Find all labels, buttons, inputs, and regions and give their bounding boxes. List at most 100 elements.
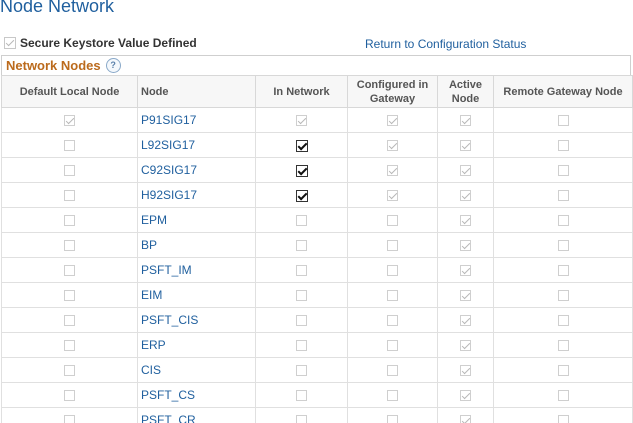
active-node-checkbox	[460, 215, 471, 227]
node-name-link[interactable]: C92SIG17	[141, 163, 197, 177]
remote-gateway-node-checkbox	[557, 365, 569, 377]
configured-in-gateway-cell	[347, 132, 438, 158]
grid-header: Network Nodes ?	[1, 55, 631, 75]
table-body: P91SIG17 L92SIG17 C92SIG17 H92SIG17 EPM BP PSF…	[1, 107, 633, 423]
default-local-node-checkbox	[64, 415, 75, 423]
node-name-link[interactable]: EPM	[141, 213, 167, 227]
active-node-checkbox	[460, 115, 471, 127]
node-name-cell: H92SIG17	[137, 182, 256, 208]
remote-gateway-node-cell	[493, 332, 633, 358]
configured-in-gateway-cell	[347, 207, 438, 233]
keystore-checkbox	[4, 37, 16, 49]
remote-gateway-node-cell	[493, 357, 633, 383]
remote-gateway-node-cell	[493, 382, 633, 408]
grid-title: Network Nodes	[6, 58, 101, 73]
keystore-label: Secure Keystore Value Defined	[20, 36, 197, 50]
configured-in-gateway-checkbox	[387, 215, 398, 227]
help-icon[interactable]: ?	[105, 58, 121, 73]
default-local-node-cell	[1, 232, 138, 258]
table-row: PSFT_CR	[1, 407, 633, 423]
in-network-checkbox	[296, 340, 307, 352]
node-name-cell: P91SIG17	[137, 107, 256, 133]
network-nodes-grid: Network Nodes ? Default Local Node Node …	[0, 55, 633, 423]
configured-in-gateway-cell	[347, 182, 438, 208]
configured-in-gateway-cell	[347, 382, 438, 408]
active-node-cell	[437, 257, 494, 283]
in-network-checkbox	[296, 390, 307, 402]
col-header-default-local-node[interactable]: Default Local Node	[1, 75, 138, 108]
node-name-cell: PSFT_CR	[137, 407, 256, 423]
configured-in-gateway-cell	[347, 332, 438, 358]
col-header-configured-in-gateway[interactable]: Configured in Gateway	[347, 75, 438, 108]
node-name-link[interactable]: ERP	[141, 338, 166, 352]
remote-gateway-node-checkbox	[557, 415, 569, 423]
active-node-checkbox	[460, 315, 471, 327]
remote-gateway-node-checkbox	[557, 215, 569, 227]
node-name-link[interactable]: EIM	[141, 288, 162, 302]
in-network-checkbox[interactable]	[295, 139, 308, 152]
default-local-node-cell	[1, 307, 138, 333]
active-node-checkbox	[460, 290, 471, 302]
in-network-checkbox	[296, 365, 307, 377]
active-node-cell	[437, 207, 494, 233]
table-row: C92SIG17	[1, 157, 633, 183]
in-network-checkbox	[296, 265, 307, 277]
active-node-cell	[437, 307, 494, 333]
default-local-node-checkbox	[64, 140, 75, 152]
active-node-cell	[437, 232, 494, 258]
node-name-link[interactable]: L92SIG17	[141, 138, 195, 152]
node-name-link[interactable]: PSFT_CS	[141, 388, 195, 402]
in-network-checkbox[interactable]	[295, 164, 308, 177]
configured-in-gateway-checkbox	[387, 140, 398, 152]
configured-in-gateway-cell	[347, 307, 438, 333]
active-node-checkbox	[460, 140, 471, 152]
col-header-in-network[interactable]: In Network	[255, 75, 348, 108]
default-local-node-cell	[1, 332, 138, 358]
default-local-node-cell	[1, 257, 138, 283]
active-node-cell	[437, 132, 494, 158]
remote-gateway-node-checkbox	[557, 115, 569, 127]
node-name-link[interactable]: PSFT_IM	[141, 263, 192, 277]
active-node-cell	[437, 157, 494, 183]
in-network-checkbox	[296, 240, 307, 252]
remote-gateway-node-cell	[493, 282, 633, 308]
configured-in-gateway-checkbox	[387, 365, 398, 377]
return-to-configuration-status-link[interactable]: Return to Configuration Status	[365, 37, 526, 51]
node-name-link[interactable]: H92SIG17	[141, 188, 197, 202]
node-name-link[interactable]: PSFT_CIS	[141, 313, 198, 327]
node-name-cell: PSFT_IM	[137, 257, 256, 283]
node-name-cell: L92SIG17	[137, 132, 256, 158]
active-node-cell	[437, 182, 494, 208]
remote-gateway-node-cell	[493, 132, 633, 158]
active-node-checkbox	[460, 165, 471, 177]
default-local-node-checkbox	[64, 290, 75, 302]
default-local-node-cell	[1, 207, 138, 233]
default-local-node-checkbox	[64, 365, 75, 377]
default-local-node-checkbox	[64, 315, 75, 327]
node-name-link[interactable]: P91SIG17	[141, 113, 196, 127]
in-network-checkbox[interactable]	[295, 189, 308, 202]
table-row: PSFT_IM	[1, 257, 633, 283]
in-network-cell	[255, 282, 348, 308]
configured-in-gateway-cell	[347, 357, 438, 383]
col-header-active-node[interactable]: Active Node	[437, 75, 494, 108]
remote-gateway-node-checkbox	[557, 340, 569, 352]
col-header-node[interactable]: Node	[137, 75, 256, 108]
in-network-cell	[255, 257, 348, 283]
keystore-row: Secure Keystore Value Defined	[4, 35, 197, 51]
node-name-link[interactable]: PSFT_CR	[141, 413, 196, 423]
node-name-link[interactable]: BP	[141, 238, 157, 252]
node-name-link[interactable]: CIS	[141, 363, 161, 377]
in-network-checkbox	[296, 290, 307, 302]
col-header-remote-gateway-node[interactable]: Remote Gateway Node	[493, 75, 633, 108]
node-name-cell: CIS	[137, 357, 256, 383]
default-local-node-cell	[1, 157, 138, 183]
default-local-node-cell	[1, 182, 138, 208]
configured-in-gateway-checkbox	[387, 190, 398, 202]
node-name-cell: C92SIG17	[137, 157, 256, 183]
configured-in-gateway-checkbox	[387, 290, 398, 302]
remote-gateway-node-checkbox	[557, 240, 569, 252]
default-local-node-checkbox	[64, 165, 75, 177]
node-name-cell: EPM	[137, 207, 256, 233]
in-network-checkbox	[296, 215, 307, 227]
